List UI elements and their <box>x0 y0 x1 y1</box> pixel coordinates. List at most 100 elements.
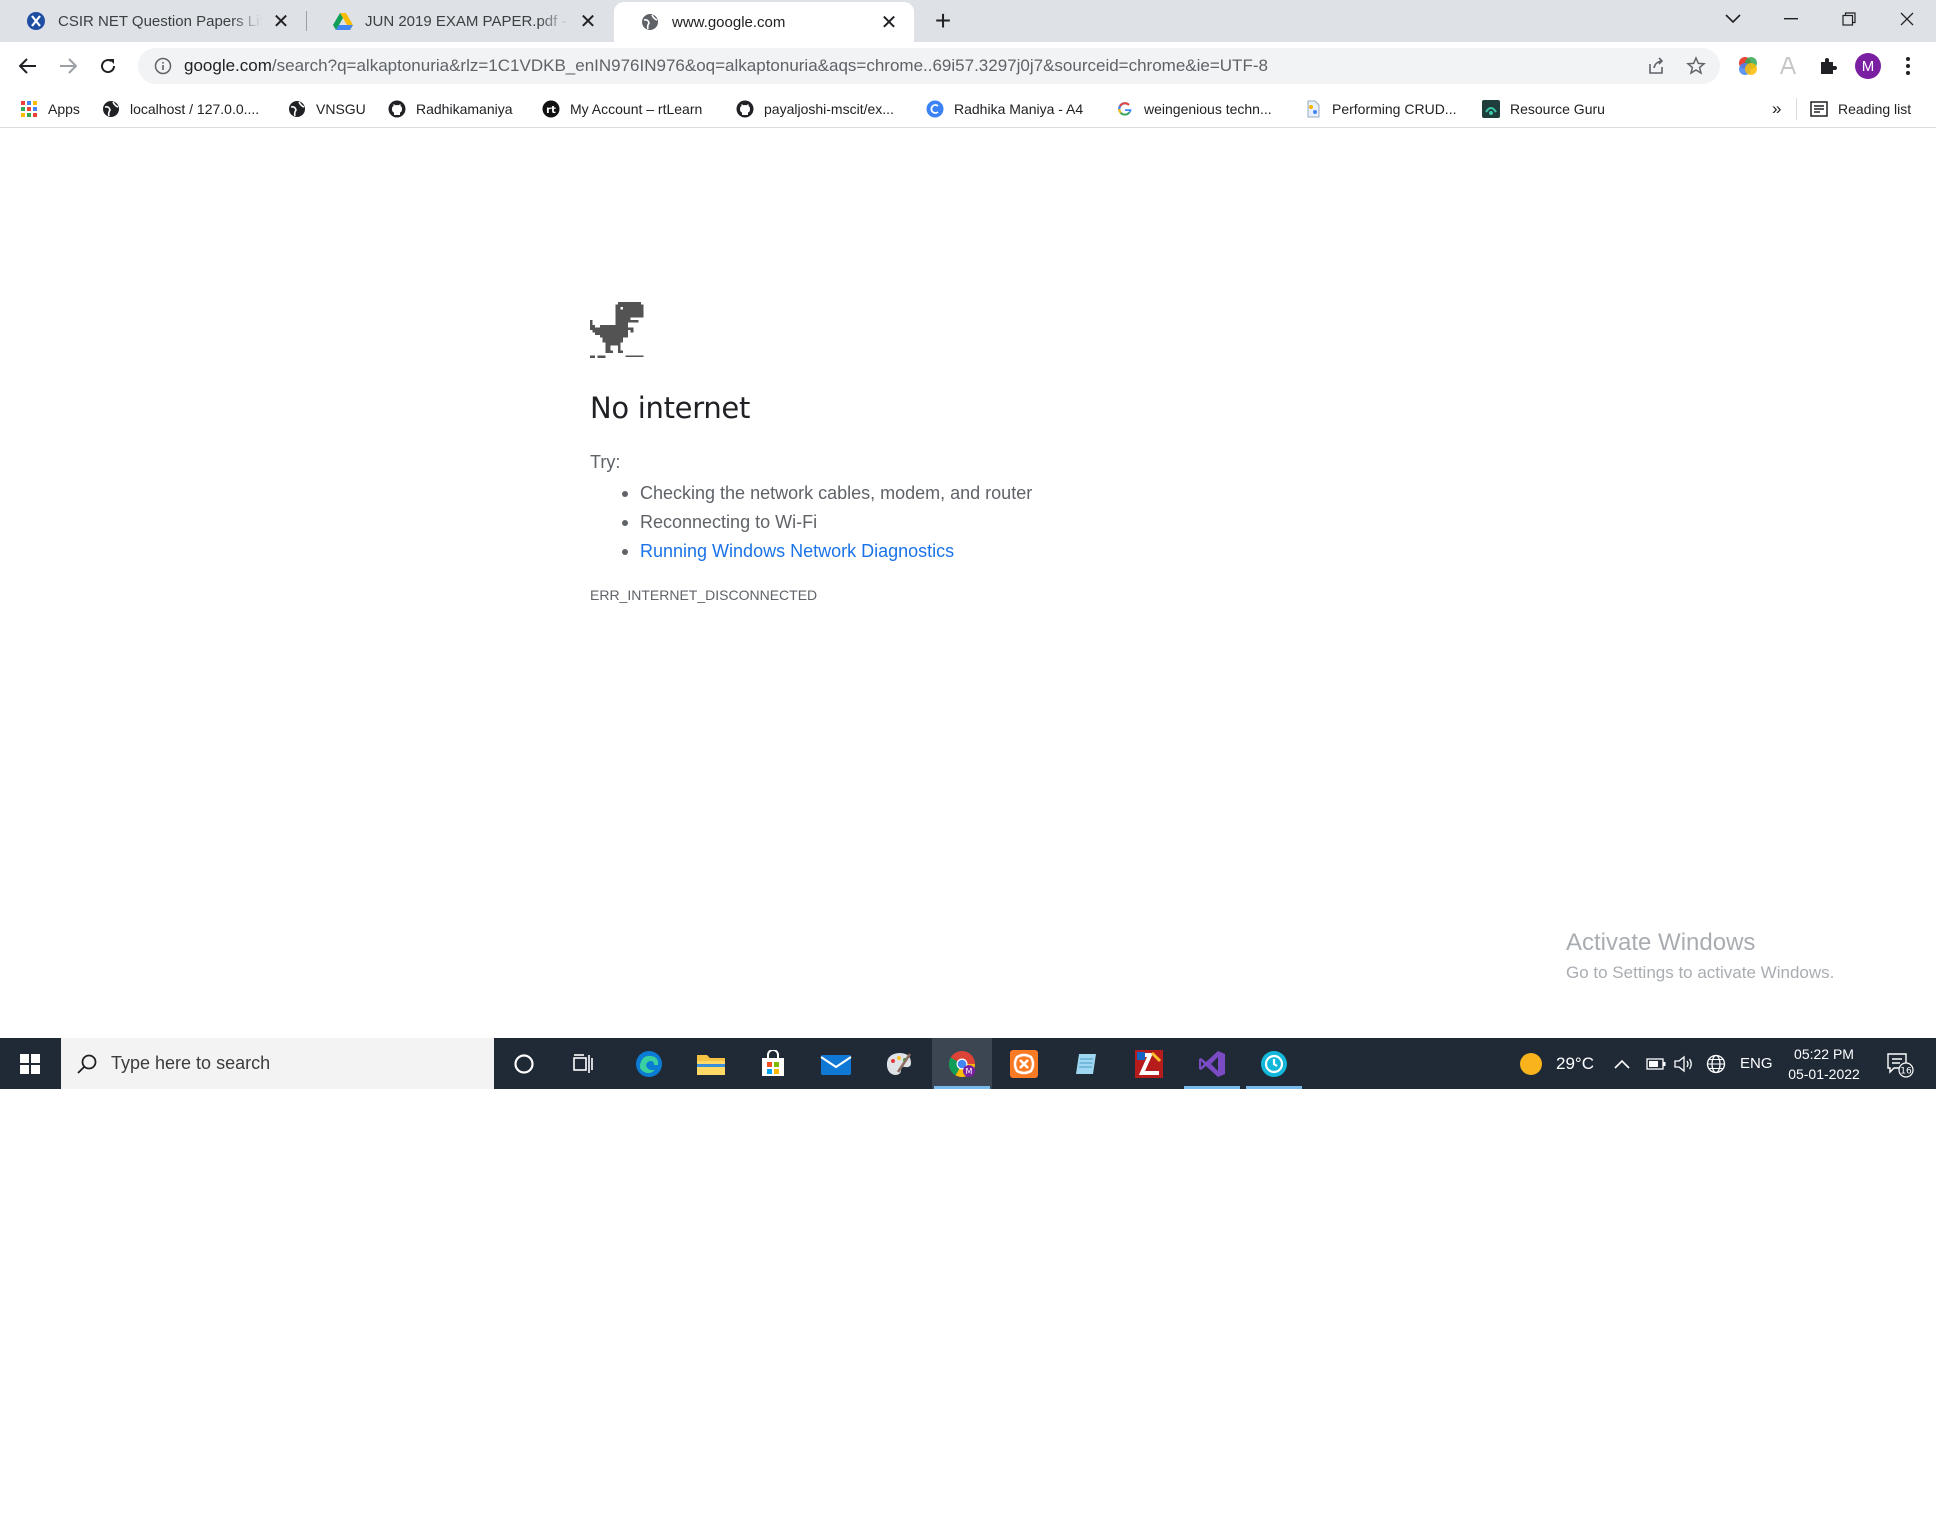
url-host: google.com <box>184 56 272 75</box>
clock-app-icon <box>1261 1050 1287 1077</box>
bookmark-payaljoshi[interactable]: payaljoshi-mscit/ex... <box>736 90 894 128</box>
svg-text:rt: rt <box>546 105 556 116</box>
network-diagnostics-link[interactable]: Running Windows Network Diagnostics <box>621 537 1032 566</box>
bookmark-label: VNSGU <box>316 101 366 117</box>
bookmark-apps[interactable]: Apps <box>20 90 80 128</box>
resource-guru-icon <box>1482 100 1500 118</box>
input-language-button[interactable]: ENG <box>1740 1038 1773 1089</box>
site-info-icon[interactable] <box>146 49 180 83</box>
more-vertical-icon <box>1906 57 1910 75</box>
bookmark-canva[interactable]: Radhika Maniya - A4 <box>926 90 1083 128</box>
back-button[interactable] <box>10 48 46 84</box>
bookmark-radhikamaniya[interactable]: Radhikamaniya <box>388 90 513 128</box>
taskbar-file-explorer[interactable] <box>681 1038 741 1089</box>
rtlearn-icon: rt <box>542 100 560 118</box>
bookmark-vnsgu[interactable]: VNSGU <box>288 90 366 128</box>
weather-widget[interactable]: 29°C <box>1518 1038 1594 1089</box>
clock-time: 05:22 PM <box>1794 1046 1854 1062</box>
suggestion-item: Reconnecting to Wi-Fi <box>621 508 1032 537</box>
minimize-button[interactable] <box>1762 0 1820 38</box>
task-view-icon <box>573 1053 593 1073</box>
taskbar-notepad[interactable] <box>1056 1038 1116 1089</box>
bookmark-star-button[interactable] <box>1678 48 1714 84</box>
windows-taskbar: Type here to search M 29°C ENG 05:22 PM … <box>0 1038 1936 1089</box>
battery-icon <box>1646 1057 1666 1070</box>
bookmark-label: localhost / 127.0.0.... <box>130 101 260 117</box>
google-icon <box>1116 100 1134 118</box>
close-icon[interactable]: ✕ <box>577 10 599 33</box>
menu-button[interactable] <box>1892 50 1924 82</box>
windows-logo-icon <box>20 1053 40 1074</box>
close-icon[interactable]: ✕ <box>270 10 292 33</box>
taskbar-visual-studio[interactable] <box>1182 1038 1242 1089</box>
taskbar-store[interactable] <box>743 1038 803 1089</box>
bookmark-weingenious[interactable]: weingenious techn... <box>1116 90 1272 128</box>
address-bar[interactable]: google.com/search?q=alkaptonuria&rlz=1C1… <box>138 48 1720 84</box>
notification-icon: 16 <box>1887 1052 1914 1078</box>
bookmark-rtlearn[interactable]: rt My Account – rtLearn <box>542 90 702 128</box>
visual-studio-icon <box>1199 1050 1225 1077</box>
bookmark-localhost[interactable]: localhost / 127.0.0.... <box>102 90 259 128</box>
bookmark-label: payaljoshi-mscit/ex... <box>764 101 894 117</box>
reload-button[interactable] <box>90 48 126 84</box>
notification-center-button[interactable]: 16 <box>1876 1038 1922 1089</box>
share-button[interactable] <box>1638 48 1674 84</box>
arrow-left-icon <box>19 58 36 74</box>
taskbar-search-box[interactable]: Type here to search <box>61 1038 494 1089</box>
tab-title: www.google.com <box>672 13 786 31</box>
color-picker-extension[interactable] <box>1732 50 1764 82</box>
tab-google-active[interactable]: www.google.com ✕ <box>614 2 914 42</box>
tab-google-drive[interactable]: JUN 2019 EXAM PAPER.pdf - Google Drive ✕ <box>307 0 613 42</box>
tab-csir-net[interactable]: CSIR NET Question Papers Life Science ✕ <box>0 0 306 42</box>
volume-button[interactable] <box>1674 1038 1694 1089</box>
close-icon[interactable]: ✕ <box>878 11 900 34</box>
grammar-extension[interactable] <box>1772 50 1804 82</box>
cortana-button[interactable] <box>494 1038 554 1089</box>
url-path: /search?q=alkaptonuria&rlz=1C1VDKB_enIN9… <box>271 56 1268 75</box>
taskbar-mail[interactable] <box>806 1038 866 1089</box>
profile-button[interactable]: M <box>1852 50 1884 82</box>
bookmarks-overflow-button[interactable]: » <box>1772 90 1781 128</box>
start-button[interactable] <box>0 1038 60 1089</box>
filezilla-icon <box>1135 1049 1163 1078</box>
taskbar-clock[interactable]: 05:22 PM 05-01-2022 <box>1774 1044 1874 1084</box>
tray-overflow-button[interactable] <box>1614 1038 1630 1089</box>
tab-search-button[interactable] <box>1704 0 1762 38</box>
reading-list-button[interactable]: Reading list <box>1810 90 1911 128</box>
star-icon <box>1686 56 1706 75</box>
bookmark-label: My Account – rtLearn <box>570 101 703 117</box>
new-tab-button[interactable]: + <box>928 5 958 36</box>
bookmark-label: weingenious techn... <box>1144 101 1272 117</box>
page-content: No internet Try: Checking the network ca… <box>0 129 1936 1037</box>
bookmark-resource-guru[interactable]: Resource Guru <box>1482 90 1605 128</box>
close-window-button[interactable] <box>1878 0 1936 38</box>
tab-title: JUN 2019 EXAM PAPER.pdf - Google Drive <box>365 12 569 30</box>
taskbar-xampp[interactable] <box>994 1038 1054 1089</box>
network-button[interactable] <box>1706 1038 1726 1089</box>
watermark-subtitle: Go to Settings to activate Windows. <box>1566 963 1835 982</box>
taskbar-edge[interactable] <box>619 1038 679 1089</box>
extensions-button[interactable] <box>1812 50 1844 82</box>
browser-toolbar: google.com/search?q=alkaptonuria&rlz=1C1… <box>0 42 1936 90</box>
taskbar-chrome[interactable]: M <box>932 1038 992 1089</box>
taskbar-filezilla[interactable] <box>1119 1038 1179 1089</box>
reading-list-label: Reading list <box>1838 101 1912 117</box>
restore-button[interactable] <box>1820 0 1878 38</box>
notepad-icon <box>1076 1053 1096 1074</box>
sun-icon <box>1520 1052 1542 1075</box>
error-title: No internet <box>590 391 751 425</box>
taskbar-timer-app[interactable] <box>1244 1038 1304 1089</box>
arrow-right-icon <box>60 58 77 74</box>
tab-strip: CSIR NET Question Papers Life Science ✕ … <box>0 0 1936 42</box>
battery-button[interactable] <box>1646 1038 1666 1089</box>
paint-palette-icon <box>886 1052 912 1075</box>
close-icon <box>1900 12 1914 26</box>
chevron-down-icon <box>1725 14 1741 24</box>
task-view-button[interactable] <box>554 1038 614 1089</box>
color-wheel-icon <box>1739 57 1757 75</box>
forward-button[interactable] <box>50 48 86 84</box>
bookmarks-bar: Apps localhost / 127.0.0.... VNSGU Radhi… <box>0 90 1936 128</box>
taskbar-paint[interactable] <box>869 1038 929 1089</box>
a-logo-icon <box>1780 57 1796 75</box>
bookmark-performing-crud[interactable]: Performing CRUD... <box>1304 90 1456 128</box>
